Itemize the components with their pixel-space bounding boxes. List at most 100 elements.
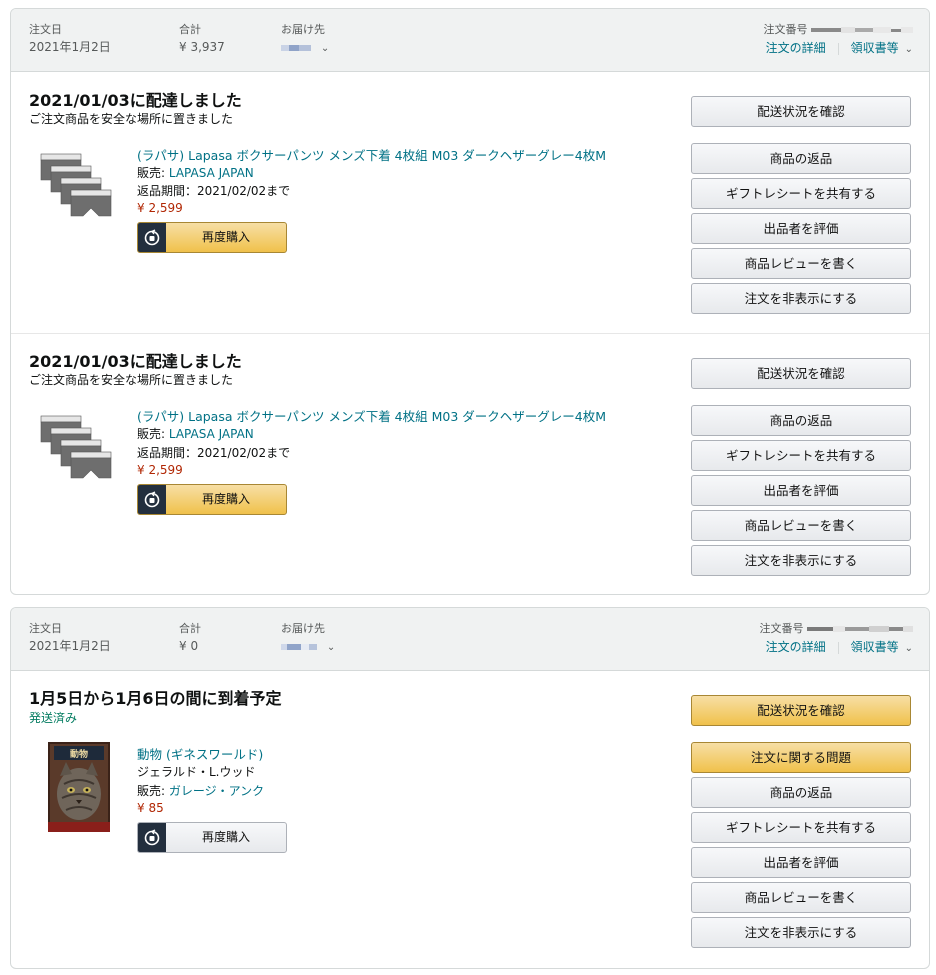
item-price: ¥ 2,599 [137, 463, 183, 477]
write-review-button[interactable]: 商品レビューを書く [691, 248, 911, 279]
return-items-button[interactable]: 商品の返品 [691, 143, 911, 174]
shipment: 1月5日から1月6日の間に到着予定 発送済み 動物 動物 (ギネスワールド) ジ… [11, 671, 929, 967]
receipt-link[interactable]: 領収書等 [851, 41, 899, 55]
order-date-value: 2021年1月2日 [29, 40, 111, 54]
order-date-value: 2021年1月2日 [29, 639, 111, 653]
archive-order-button[interactable]: 注文を非表示にする [691, 917, 911, 948]
buy-again-label: 再度購入 [201, 830, 250, 844]
redacted-recipient [281, 638, 317, 656]
share-gift-receipt-button[interactable]: ギフトレシートを共有する [691, 440, 911, 471]
item-title-link[interactable]: 動物 (ギネスワールド) [137, 744, 263, 763]
delivery-substatus: 発送済み [29, 711, 78, 725]
redacted-order-number [807, 622, 913, 636]
buy-again-label: 再度購入 [201, 492, 250, 506]
item-seller: 販売: LAPASA JAPAN [137, 164, 254, 181]
write-review-button[interactable]: 商品レビューを書く [691, 510, 911, 541]
order-header: 注文日 2021年1月2日 合計 ¥ 0 お届け先 ⌄ 注文番号 注文の詳細 領収… [11, 608, 929, 671]
redacted-order-number [811, 23, 913, 37]
order-total-value: ¥ 3,937 [179, 40, 225, 54]
boxer-brief-icon [40, 153, 112, 217]
seller-prefix: 販売: [137, 427, 166, 441]
delivery-status: 2021/01/03に配達しました [29, 352, 242, 371]
buy-again-icon [138, 223, 166, 252]
share-gift-receipt-button[interactable]: ギフトレシートを共有する [691, 812, 911, 843]
product-image-boxer-briefs[interactable] [39, 414, 119, 486]
delivery-status: 1月5日から1月6日の間に到着予定 [29, 689, 282, 708]
return-items-button[interactable]: 商品の返品 [691, 777, 911, 808]
leave-seller-feedback-button[interactable]: 出品者を評価 [691, 847, 911, 878]
order-number-block: 注文番号 注文の詳細 領収書等 ⌄ [763, 23, 913, 56]
item-price: ¥ 85 [137, 801, 164, 815]
leave-seller-feedback-button[interactable]: 出品者を評価 [691, 213, 911, 244]
order-details-link[interactable]: 注文の詳細 [766, 41, 826, 55]
ship-to-label: お届け先 [281, 23, 325, 36]
return-items-button[interactable]: 商品の返品 [691, 405, 911, 436]
seller-link[interactable]: ガレージ・アンク [169, 784, 264, 798]
item-price: ¥ 2,599 [137, 201, 183, 215]
book-cover-title: 動物 [70, 748, 88, 760]
order-date: 注文日 2021年1月2日 [29, 23, 111, 56]
boxer-brief-icon [40, 415, 112, 479]
item-seller: 販売: LAPASA JAPAN [137, 425, 254, 442]
buy-again-button[interactable]: 再度購入 [137, 484, 287, 515]
order-card: 注文日 2021年1月2日 合計 ¥ 3,937 お届け先 ⌄ 注文番号 注文の… [10, 8, 930, 595]
buy-again-label: 再度購入 [201, 230, 250, 244]
write-review-button[interactable]: 商品レビューを書く [691, 882, 911, 913]
ship-to-label: お届け先 [281, 622, 325, 635]
shipment: 2021/01/03に配達しました ご注文商品を安全な場所に置きました (ラパサ… [11, 72, 929, 333]
problem-with-order-button[interactable]: 注文に関する問題 [691, 742, 911, 773]
redacted-recipient [281, 39, 311, 57]
order-details-link[interactable]: 注文の詳細 [766, 640, 826, 654]
receipt-link[interactable]: 領収書等 [851, 640, 899, 654]
leave-seller-feedback-button[interactable]: 出品者を評価 [691, 475, 911, 506]
divider [837, 42, 839, 55]
order-date: 注文日 2021年1月2日 [29, 622, 111, 655]
archive-order-button[interactable]: 注文を非表示にする [691, 283, 911, 314]
order-number-label: 注文番号 [759, 622, 804, 635]
track-package-button[interactable]: 配送状況を確認 [691, 96, 911, 127]
item-title-link[interactable]: (ラパサ) Lapasa ボクサーパンツ メンズ下着 4枚組 M03 ダークヘザ… [137, 145, 606, 164]
shipment: 2021/01/03に配達しました ご注文商品を安全な場所に置きました (ラパサ… [11, 333, 929, 594]
ship-to[interactable]: お届け先 ⌄ [281, 622, 335, 657]
share-gift-receipt-button[interactable]: ギフトレシートを共有する [691, 178, 911, 209]
product-image-boxer-briefs[interactable] [39, 152, 119, 224]
item-author: ジェラルド・L.ウッド [137, 765, 256, 779]
return-period: 返品期間：2021/02/02まで [137, 184, 291, 198]
seller-link[interactable]: LAPASA JAPAN [169, 166, 254, 180]
order-total-label: 合計 [179, 23, 201, 36]
buy-again-button[interactable]: 再度購入 [137, 222, 287, 253]
order-total: 合計 ¥ 3,937 [179, 23, 225, 56]
order-total-label: 合計 [179, 622, 201, 635]
divider [837, 641, 839, 654]
buy-again-icon [138, 485, 166, 514]
archive-order-button[interactable]: 注文を非表示にする [691, 545, 911, 576]
buy-again-button[interactable]: 再度購入 [137, 822, 287, 853]
order-total-value: ¥ 0 [179, 639, 199, 653]
delivery-substatus: ご注文商品を安全な場所に置きました [29, 373, 234, 387]
item-seller: 販売: ガレージ・アンク [137, 782, 264, 799]
ship-to[interactable]: お届け先 ⌄ [281, 23, 329, 58]
order-header: 注文日 2021年1月2日 合計 ¥ 3,937 お届け先 ⌄ 注文番号 注文の… [11, 9, 929, 72]
buy-again-icon [138, 823, 166, 852]
cat-face-icon [57, 762, 101, 820]
seller-prefix: 販売: [137, 166, 166, 180]
track-package-button[interactable]: 配送状況を確認 [691, 695, 911, 726]
order-number-block: 注文番号 注文の詳細 領収書等 ⌄ [759, 622, 913, 655]
seller-prefix: 販売: [137, 784, 166, 798]
delivery-substatus: ご注文商品を安全な場所に置きました [29, 112, 234, 126]
chevron-down-icon[interactable]: ⌄ [905, 44, 913, 55]
chevron-down-icon: ⌄ [320, 43, 330, 54]
product-image-book-cover[interactable]: 動物 [48, 742, 110, 832]
chevron-down-icon: ⌄ [326, 642, 336, 653]
chevron-down-icon[interactable]: ⌄ [905, 643, 913, 654]
delivery-status: 2021/01/03に配達しました [29, 91, 242, 110]
order-date-label: 注文日 [29, 23, 62, 36]
seller-link[interactable]: LAPASA JAPAN [169, 427, 254, 441]
order-card: 注文日 2021年1月2日 合計 ¥ 0 お届け先 ⌄ 注文番号 注文の詳細 領収… [10, 607, 930, 969]
item-title-link[interactable]: (ラパサ) Lapasa ボクサーパンツ メンズ下着 4枚組 M03 ダークヘザ… [137, 406, 606, 425]
order-total: 合計 ¥ 0 [179, 622, 201, 655]
order-number-label: 注文番号 [763, 23, 808, 36]
track-package-button[interactable]: 配送状況を確認 [691, 358, 911, 389]
return-period: 返品期間：2021/02/02まで [137, 446, 291, 460]
order-date-label: 注文日 [29, 622, 62, 635]
